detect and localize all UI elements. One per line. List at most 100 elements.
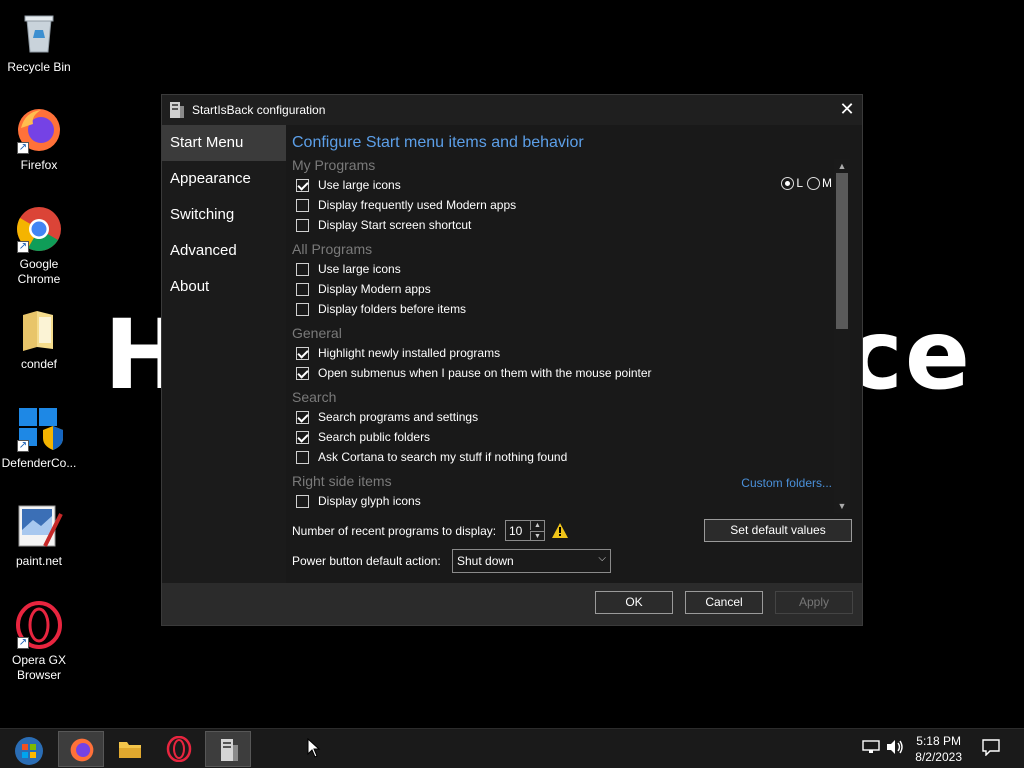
taskbar: 5:18 PM 8/2/2023	[0, 728, 1024, 768]
checkbox-checked[interactable]	[296, 366, 309, 380]
option-label: Search programs and settings	[318, 410, 479, 424]
option-my-programs-large-icons[interactable]: Use large icons	[296, 176, 401, 194]
shortcut-arrow-icon: ↗	[17, 142, 29, 154]
option-label: Display Start screen shortcut	[318, 218, 472, 232]
options-scrollbar[interactable]: ▲ ▼	[834, 159, 850, 513]
radio-label: M	[822, 176, 832, 190]
settings-sidebar: Start Menu Appearance Switching Advanced…	[162, 125, 286, 583]
settings-main-panel: Configure Start menu items and behavior …	[286, 125, 862, 583]
power-button-select[interactable]: Shut down ⌵	[452, 549, 611, 573]
network-icon[interactable]	[862, 739, 880, 760]
paint-net-icon	[15, 502, 63, 550]
checkbox-unchecked[interactable]	[296, 198, 309, 212]
taskbar-opera[interactable]	[156, 731, 202, 767]
recent-programs-label: Number of recent programs to display:	[292, 524, 497, 538]
volume-icon[interactable]	[886, 739, 904, 760]
sidebar-item-appearance[interactable]: Appearance	[162, 161, 286, 197]
radio-large[interactable]: L	[781, 176, 803, 190]
checkbox-unchecked[interactable]	[296, 218, 309, 232]
option-all-programs-large-icons[interactable]: Use large icons	[296, 260, 401, 278]
set-default-values-button[interactable]: Set default values	[704, 519, 852, 542]
desktop-icon-recycle-bin[interactable]: Recycle Bin	[0, 8, 78, 75]
scroll-up-icon[interactable]: ▲	[834, 159, 850, 173]
taskbar-firefox[interactable]	[58, 731, 104, 767]
taskbar-startisback-config[interactable]	[205, 731, 251, 767]
radio-selected-icon	[781, 176, 795, 190]
option-open-submenus-on-pause[interactable]: Open submenus when I pause on them with …	[296, 364, 652, 382]
option-display-glyph-icons[interactable]: Display glyph icons	[296, 492, 421, 510]
page-title: Configure Start menu items and behavior	[292, 134, 584, 151]
options-scroll-area[interactable]: My Programs L M Use large icons Display …	[286, 157, 834, 513]
system-clock[interactable]: 5:18 PM 8/2/2023	[915, 733, 962, 765]
desktop-icon-chrome[interactable]: ↗ Google Chrome	[0, 205, 78, 287]
spinner-down-icon[interactable]: ▼	[530, 531, 544, 540]
title-bar[interactable]: StartIsBack configuration ✕	[162, 95, 862, 125]
desktop-icon-opera-gx[interactable]: ↗ Opera GX Browser	[0, 601, 78, 683]
section-header-right-side-items: Right side items	[292, 473, 392, 489]
close-button[interactable]: ✕	[832, 95, 862, 125]
apply-button[interactable]: Apply	[775, 591, 853, 614]
sidebar-item-start-menu[interactable]: Start Menu	[162, 125, 286, 161]
spinner-up-icon[interactable]: ▲	[530, 521, 544, 530]
warning-icon	[552, 523, 568, 538]
action-center-icon[interactable]	[982, 739, 1000, 761]
desktop-icon-condef[interactable]: condef	[0, 305, 78, 372]
option-folders-before-items[interactable]: Display folders before items	[296, 300, 466, 318]
start-orb-icon	[15, 737, 43, 765]
checkbox-unchecked[interactable]	[296, 262, 309, 276]
checkbox-checked[interactable]	[296, 410, 309, 424]
desktop-icon-firefox[interactable]: ↗ Firefox	[0, 106, 78, 173]
desktop-icon-paint-net[interactable]: paint.net	[0, 502, 78, 569]
checkbox-checked[interactable]	[296, 178, 309, 192]
checkbox-unchecked[interactable]	[296, 450, 309, 464]
option-display-modern-apps[interactable]: Display Modern apps	[296, 280, 431, 298]
start-button[interactable]	[4, 731, 50, 767]
desktop-icon-label: paint.net	[15, 554, 63, 568]
option-highlight-new-programs[interactable]: Highlight newly installed programs	[296, 344, 500, 362]
section-header-general: General	[292, 325, 342, 341]
option-ask-cortana[interactable]: Ask Cortana to search my stuff if nothin…	[296, 448, 567, 466]
spinner-value: 10	[509, 524, 523, 538]
option-label: Search public folders	[318, 430, 431, 444]
dialog-footer: OK Cancel Apply	[162, 583, 862, 625]
sidebar-item-switching[interactable]: Switching	[162, 197, 286, 233]
scroll-down-icon[interactable]: ▼	[834, 499, 850, 513]
desktop-icon-label: Google Chrome	[17, 257, 61, 286]
mouse-cursor-icon	[307, 737, 321, 763]
taskbar-file-explorer[interactable]	[107, 731, 153, 767]
sidebar-item-about[interactable]: About	[162, 269, 286, 305]
desktop-icon-label: condef	[20, 357, 58, 371]
checkbox-unchecked[interactable]	[296, 302, 309, 316]
checkbox-checked[interactable]	[296, 346, 309, 360]
checkbox-unchecked[interactable]	[296, 282, 309, 296]
chrome-icon: ↗	[15, 205, 63, 253]
scrollbar-thumb[interactable]	[836, 173, 848, 329]
select-value: Shut down	[457, 554, 514, 568]
option-label: Highlight newly installed programs	[318, 346, 501, 360]
desktop-icon-label: Recycle Bin	[7, 60, 71, 74]
ok-button[interactable]: OK	[595, 591, 673, 614]
recycle-bin-icon	[15, 8, 63, 56]
radio-medium[interactable]: M	[807, 176, 832, 190]
checkbox-checked[interactable]	[296, 430, 309, 444]
wallpaper-letters-ce: ce	[846, 299, 973, 411]
startisback-app-icon	[170, 102, 184, 118]
radio-label: L	[796, 176, 803, 190]
cancel-button[interactable]: Cancel	[685, 591, 763, 614]
custom-folders-link[interactable]: Custom folders...	[741, 476, 832, 490]
desktop-icon-defender[interactable]: ↗ DefenderCo...	[0, 404, 78, 471]
window-title: StartIsBack configuration	[192, 103, 326, 117]
clock-time: 5:18 PM	[916, 734, 961, 748]
chevron-down-icon: ⌵	[598, 553, 606, 564]
option-label: Use large icons	[318, 178, 401, 192]
option-search-programs-settings[interactable]: Search programs and settings	[296, 408, 478, 426]
opera-gx-icon: ↗	[15, 601, 63, 649]
option-start-screen-shortcut[interactable]: Display Start screen shortcut	[296, 216, 471, 234]
checkbox-unchecked[interactable]	[296, 494, 309, 508]
defender-icon: ↗	[15, 404, 63, 452]
option-search-public-folders[interactable]: Search public folders	[296, 428, 430, 446]
option-frequent-modern-apps[interactable]: Display frequently used Modern apps	[296, 196, 516, 214]
sidebar-item-advanced[interactable]: Advanced	[162, 233, 286, 269]
desktop-icon-label: DefenderCo...	[1, 456, 77, 470]
recent-programs-spinner[interactable]: 10 ▲ ▼	[505, 520, 545, 541]
